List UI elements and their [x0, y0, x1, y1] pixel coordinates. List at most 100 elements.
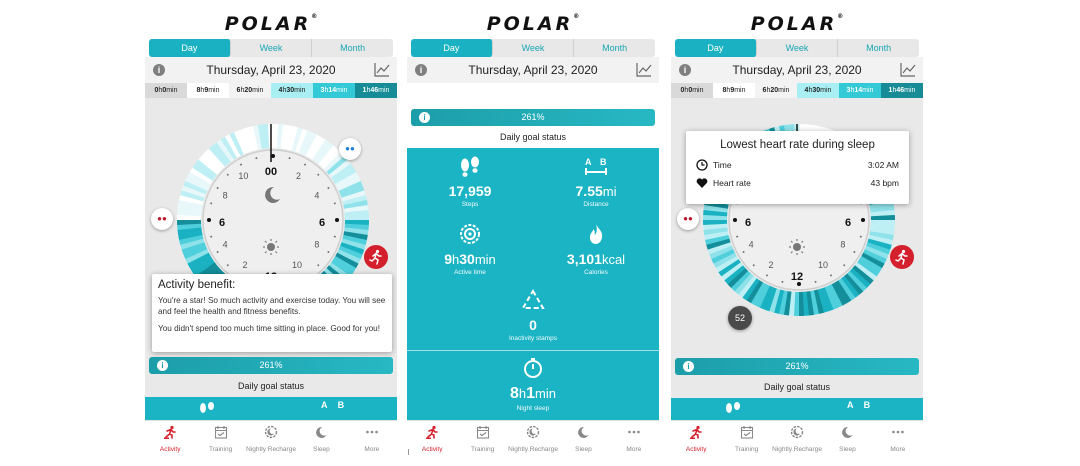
intensity-segment[interactable]: 4h30min	[271, 83, 313, 98]
dial-area: 00 12 6 6 1028448210 ●● ●●	[145, 98, 397, 398]
info-icon[interactable]: i	[157, 360, 168, 371]
running-icon	[689, 425, 703, 443]
daily-goal-bar[interactable]: i 261%	[411, 109, 655, 126]
moon-icon	[840, 426, 854, 443]
intensity-segment[interactable]: 8h9min	[713, 83, 755, 98]
calendar-icon	[214, 426, 228, 443]
intensity-segment[interactable]: 3h14min	[839, 83, 881, 98]
tab-month[interactable]: Month	[838, 39, 919, 57]
nav-label: Activity	[685, 446, 707, 453]
clock-hour-label: 10	[818, 260, 828, 270]
intensity-segment[interactable]: 6h20min	[755, 83, 797, 98]
hr-min-marker[interactable]: 52	[728, 306, 752, 330]
intensity-segment[interactable]: 8h9min	[187, 83, 229, 98]
screen-day-dial-heartrate: POLAR® Day Week Month i Thursday, April …	[671, 0, 923, 466]
tab-day[interactable]: Day	[411, 39, 493, 57]
nav-label: Sleep	[839, 446, 856, 453]
nav-nightly-recharge[interactable]: Nightly Recharge	[508, 421, 558, 466]
distance-value: 7.55mi	[575, 183, 617, 199]
calories-label: Calories	[584, 269, 608, 276]
calendar-icon	[740, 426, 754, 443]
nav-training[interactable]: Training	[195, 421, 245, 466]
nav-activity[interactable]: Activity	[671, 421, 721, 466]
more-icon	[627, 426, 641, 443]
running-icon[interactable]	[890, 245, 914, 269]
inactivity-label: Inactivity stamps	[508, 335, 558, 342]
intensity-segment[interactable]: 3h14min	[313, 83, 355, 98]
popup-title: Lowest heart rate during sleep	[720, 139, 875, 151]
time-value: 3:02 AM	[867, 160, 899, 170]
trend-chart-icon[interactable]	[374, 62, 390, 77]
stat-steps[interactable]: 17,959 Steps	[407, 156, 533, 208]
nav-label: Sleep	[313, 446, 330, 453]
nav-more[interactable]: More	[609, 421, 659, 466]
nav-activity[interactable]: Activity	[145, 421, 195, 466]
blue-dots-marker[interactable]: ●●	[339, 138, 361, 160]
steps-icon	[461, 156, 479, 177]
tab-week[interactable]: Week	[493, 39, 575, 57]
intensity-segment[interactable]: 6h20min	[229, 83, 271, 98]
nav-label: Nightly Recharge	[772, 446, 822, 453]
intensity-segment[interactable]: 0h0min	[671, 83, 713, 98]
tab-day[interactable]: Day	[675, 39, 757, 57]
tab-month[interactable]: Month	[574, 39, 655, 57]
goal-label: Daily goal status	[499, 132, 567, 142]
intensity-segment[interactable]: 4h30min	[797, 83, 839, 98]
trend-chart-icon[interactable]	[636, 62, 652, 77]
tab-week[interactable]: Week	[757, 39, 839, 57]
info-icon[interactable]: i	[419, 112, 430, 123]
daily-goal-bar[interactable]: i 261%	[149, 357, 393, 374]
trend-chart-icon[interactable]	[900, 62, 916, 77]
red-dots-marker[interactable]: ●●	[151, 208, 173, 230]
running-icon[interactable]	[364, 245, 388, 269]
clock-hour-label: 4	[749, 239, 754, 249]
moon-icon	[314, 426, 328, 443]
inactivity-icon	[521, 289, 545, 309]
nav-sleep[interactable]: Sleep	[296, 421, 346, 466]
nav-activity[interactable]: Activity	[407, 421, 457, 466]
bottom-nav: Activity Training Nightly Recharge Sleep Mor…	[407, 420, 659, 466]
date-bar: i Thursday, April 23, 2020	[671, 57, 923, 83]
clock-hour-label: 2	[296, 171, 301, 181]
nav-sleep[interactable]: Sleep	[558, 421, 608, 466]
nav-label: More	[890, 446, 906, 453]
nav-training[interactable]: Training	[721, 421, 771, 466]
goal-percent: 261%	[785, 361, 809, 371]
stat-night-sleep[interactable]: 8h1min Night sleep	[470, 356, 596, 412]
goal-label: Daily goal status	[763, 382, 831, 392]
bottom-nav: Activity Training Nightly Recharge Sleep Mor…	[671, 420, 923, 466]
goal-label: Daily goal status	[237, 381, 305, 391]
nav-more[interactable]: More	[347, 421, 397, 466]
tab-month[interactable]: Month	[312, 39, 393, 57]
divider	[407, 350, 659, 351]
tab-day[interactable]: Day	[149, 39, 231, 57]
svg-text:B: B	[600, 157, 607, 167]
clock-top-label: 00	[265, 166, 277, 178]
intensity-segment[interactable]: 1h46min	[355, 83, 397, 98]
intensity-segment[interactable]: 0h0min	[145, 83, 187, 98]
nav-training[interactable]: Training	[457, 421, 507, 466]
stat-distance[interactable]: AB 7.55mi Distance	[533, 156, 659, 208]
moon-icon	[576, 426, 590, 443]
stat-active-time[interactable]: 9h30min Active time	[407, 222, 533, 276]
red-dots-marker[interactable]: ●●	[677, 208, 699, 230]
stats-panel: 17,959 Steps AB 7.55mi Distance 9h30min …	[407, 148, 659, 420]
stat-calories[interactable]: 3,101kcal Calories	[533, 222, 659, 276]
clock-hour-label: 2	[768, 260, 773, 270]
bottom-nav: Activity Training Nightly Recharge Sleep Mor…	[145, 420, 397, 466]
nav-nightly-recharge[interactable]: Nightly Recharge	[772, 421, 822, 466]
stopwatch-icon	[524, 358, 542, 378]
intensity-segment[interactable]: 1h46min	[881, 83, 923, 98]
inactivity-value: 0	[529, 317, 537, 333]
nav-sleep[interactable]: Sleep	[822, 421, 872, 466]
info-icon[interactable]: i	[683, 361, 694, 372]
clock-hour-label: 8	[840, 239, 845, 249]
nav-label: Nightly Recharge	[246, 446, 296, 453]
screen-day-dial-activity: POLAR® Day Week Month i Thursday, April …	[145, 0, 397, 466]
nav-more[interactable]: More	[873, 421, 923, 466]
stat-inactivity[interactable]: 0 Inactivity stamps	[470, 288, 596, 342]
nav-label: Nightly Recharge	[508, 446, 558, 453]
nav-nightly-recharge[interactable]: Nightly Recharge	[246, 421, 296, 466]
tab-week[interactable]: Week	[231, 39, 313, 57]
daily-goal-bar[interactable]: i 261%	[675, 358, 919, 375]
